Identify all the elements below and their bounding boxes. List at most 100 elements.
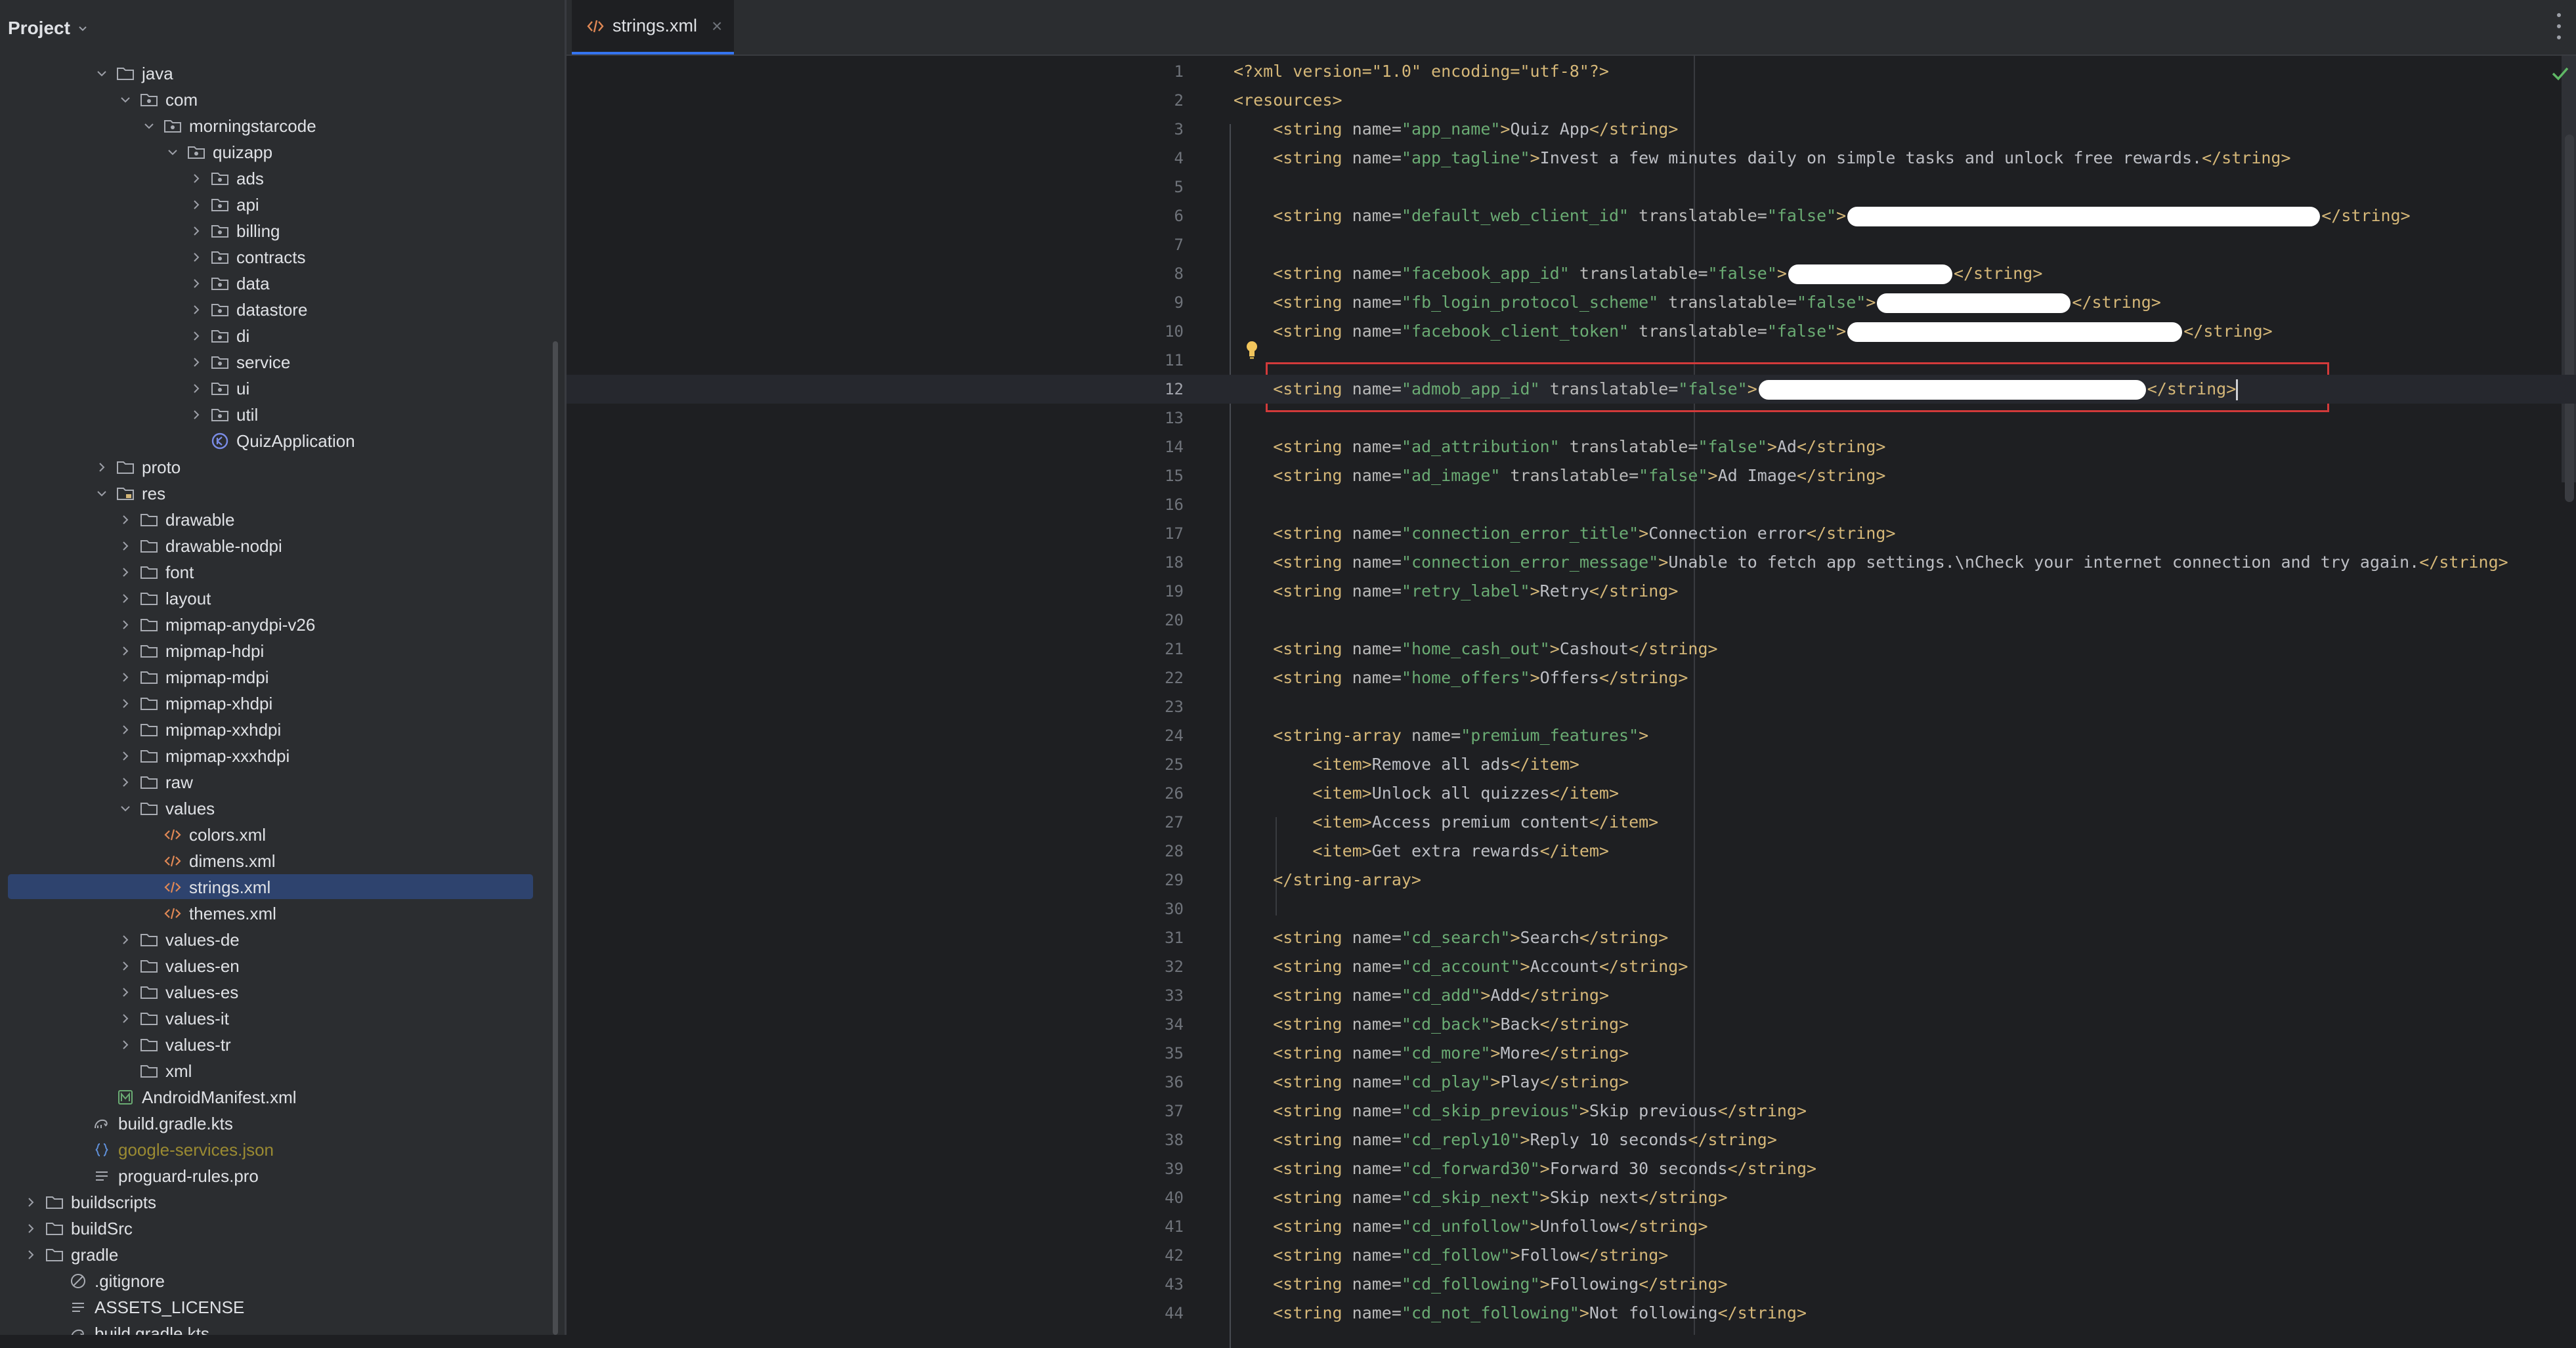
tree-item[interactable]: ads [0, 165, 565, 192]
code-line[interactable]: 27 <item>Access premium content</item> [567, 808, 2576, 837]
tree-item[interactable]: data [0, 270, 565, 297]
tree-item[interactable]: proto [0, 454, 565, 480]
code-line[interactable]: 31 <string name="cd_search">Search</stri… [567, 923, 2576, 952]
chevron-right-icon[interactable] [117, 537, 134, 555]
tree-item[interactable]: .gitignore [0, 1268, 565, 1294]
tree-item[interactable]: datastore [0, 297, 565, 323]
code-line[interactable]: 41 <string name="cd_unfollow">Unfollow</… [567, 1212, 2576, 1241]
tree-item[interactable]: buildscripts [0, 1189, 565, 1215]
code-line[interactable]: 25 <item>Remove all ads</item> [567, 750, 2576, 779]
tree-item[interactable]: values-es [0, 979, 565, 1005]
code-line[interactable]: 16 [567, 490, 2576, 519]
tab-strings-xml[interactable]: strings.xml × [572, 0, 735, 54]
code-line[interactable]: 7 [567, 230, 2576, 259]
chevron-right-icon[interactable] [117, 616, 134, 633]
chevron-right-icon[interactable] [22, 1194, 39, 1211]
chevron-right-icon[interactable] [117, 695, 134, 712]
tree-item[interactable]: drawable [0, 507, 565, 533]
tree-item[interactable]: di [0, 323, 565, 349]
code-line[interactable]: 20 [567, 606, 2576, 635]
code-line[interactable]: 29 </string-array> [567, 866, 2576, 895]
code-line[interactable]: 40 <string name="cd_skip_next">Skip next… [567, 1183, 2576, 1212]
chevron-right-icon[interactable] [188, 301, 205, 318]
code-line[interactable]: 17 <string name="connection_error_title"… [567, 519, 2576, 548]
chevron-right-icon[interactable] [188, 222, 205, 240]
tree-item[interactable]: themes.xml [0, 900, 565, 927]
tree-item[interactable]: java [0, 60, 565, 87]
chevron-right-icon[interactable] [117, 748, 134, 765]
code-line[interactable]: 26 <item>Unlock all quizzes</item> [567, 779, 2576, 808]
project-panel-title[interactable]: Project [8, 18, 70, 39]
code-line[interactable]: 3 <string name="app_name">Quiz App</stri… [567, 115, 2576, 144]
check-icon[interactable] [2550, 63, 2571, 84]
tree-item[interactable]: util [0, 402, 565, 428]
code-line[interactable]: 44 <string name="cd_not_following">Not f… [567, 1299, 2576, 1328]
chevron-right-icon[interactable] [188, 406, 205, 423]
chevron-right-icon[interactable] [117, 1036, 134, 1053]
tree-item[interactable]: buildSrc [0, 1215, 565, 1242]
tree-item[interactable]: quizapp [0, 139, 565, 165]
project-panel-scrollbar[interactable] [553, 341, 558, 1335]
chevron-right-icon[interactable] [117, 958, 134, 975]
code-line[interactable]: 1 <?xml version="1.0" encoding="utf-8"?> [567, 57, 2576, 86]
close-icon[interactable]: × [712, 16, 722, 37]
tree-item[interactable]: QuizApplication [0, 428, 565, 454]
code-line[interactable]: 43 <string name="cd_following">Following… [567, 1270, 2576, 1299]
code-line[interactable]: 36 <string name="cd_play">Play</string> [567, 1068, 2576, 1097]
chevron-right-icon[interactable] [188, 249, 205, 266]
code-line[interactable]: 30 [567, 895, 2576, 923]
chevron-right-icon[interactable] [117, 642, 134, 660]
tree-item[interactable]: strings.xml [0, 874, 565, 900]
chevron-right-icon[interactable] [117, 590, 134, 607]
code-line[interactable]: 22 <string name="home_offers">Offers</st… [567, 663, 2576, 692]
tree-item[interactable]: mipmap-hdpi [0, 638, 565, 664]
tree-item[interactable]: gradle [0, 1242, 565, 1268]
code-line[interactable]: 33 <string name="cd_add">Add</string> [567, 981, 2576, 1010]
code-line[interactable]: 2 <resources> [567, 86, 2576, 115]
code-line[interactable]: 19 <string name="retry_label">Retry</str… [567, 577, 2576, 606]
tree-item[interactable]: AndroidManifest.xml [0, 1084, 565, 1110]
code-line[interactable]: 8 <string name="facebook_app_id" transla… [567, 259, 2576, 288]
code-line[interactable]: 32 <string name="cd_account">Account</st… [567, 952, 2576, 981]
code-line[interactable]: 18 <string name="connection_error_messag… [567, 548, 2576, 577]
code-line[interactable]: 24 <string-array name="premium_features"… [567, 721, 2576, 750]
chevron-right-icon[interactable] [117, 1010, 134, 1027]
tree-item[interactable]: colors.xml [0, 822, 565, 848]
code-line[interactable]: 6 <string name="default_web_client_id" t… [567, 201, 2576, 230]
code-line[interactable]: 37 <string name="cd_skip_previous">Skip … [567, 1097, 2576, 1126]
tree-item[interactable]: values-en [0, 953, 565, 979]
chevron-right-icon[interactable] [188, 196, 205, 213]
tree-item[interactable]: mipmap-xxxhdpi [0, 743, 565, 769]
chevron-down-icon[interactable] [93, 65, 110, 82]
chevron-right-icon[interactable] [117, 511, 134, 528]
tree-item[interactable]: ui [0, 375, 565, 402]
code-line[interactable]: 11 [567, 346, 2576, 375]
chevron-right-icon[interactable] [188, 170, 205, 187]
code-line[interactable]: 12 <string name="admob_app_id" translata… [567, 375, 2576, 404]
tree-item[interactable]: build.gradle.kts [0, 1110, 565, 1137]
tree-item[interactable]: dimens.xml [0, 848, 565, 874]
chevron-down-icon[interactable] [78, 24, 87, 33]
tree-item[interactable]: font [0, 559, 565, 585]
chevron-right-icon[interactable] [117, 774, 134, 791]
tree-item[interactable]: values-it [0, 1005, 565, 1032]
chevron-right-icon[interactable] [188, 327, 205, 345]
tree-item[interactable]: proguard-rules.pro [0, 1163, 565, 1189]
code-line[interactable]: 21 <string name="home_cash_out">Cashout<… [567, 635, 2576, 663]
tree-item[interactable]: values [0, 795, 565, 822]
code-line[interactable]: 9 <string name="fb_login_protocol_scheme… [567, 288, 2576, 317]
chevron-down-icon[interactable] [140, 117, 158, 135]
chevron-right-icon[interactable] [117, 669, 134, 686]
tree-item[interactable]: values-tr [0, 1032, 565, 1058]
code-line[interactable]: 34 <string name="cd_back">Back</string> [567, 1010, 2576, 1039]
code-line[interactable]: 38 <string name="cd_reply10">Reply 10 se… [567, 1126, 2576, 1154]
code-line[interactable]: 10 <string name="facebook_client_token" … [567, 317, 2576, 346]
code-line[interactable]: 15 <string name="ad_image" translatable=… [567, 461, 2576, 490]
chevron-right-icon[interactable] [22, 1246, 39, 1263]
tree-item[interactable]: mipmap-mdpi [0, 664, 565, 690]
code-line[interactable]: 13 [567, 404, 2576, 432]
tree-item[interactable]: mipmap-xxhdpi [0, 717, 565, 743]
chevron-right-icon[interactable] [22, 1220, 39, 1237]
chevron-down-icon[interactable] [117, 800, 134, 817]
tree-item[interactable]: res [0, 480, 565, 507]
